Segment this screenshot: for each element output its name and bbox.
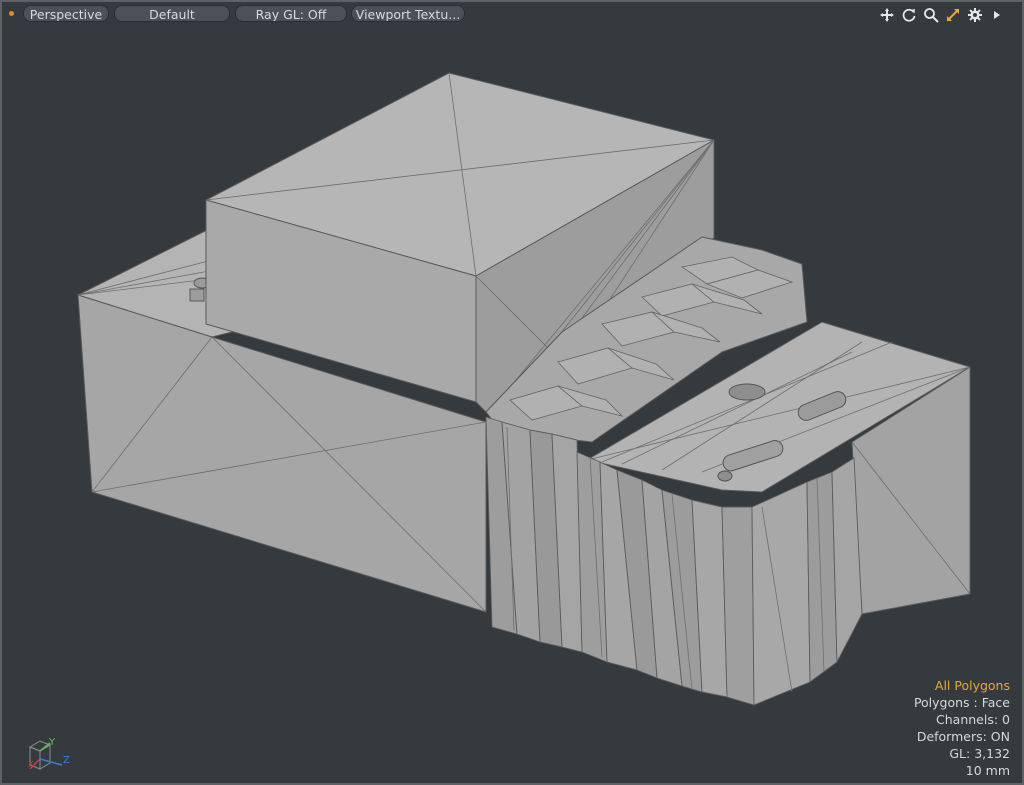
viewport-tools (878, 6, 1006, 24)
viewport-textures-dropdown[interactable]: Viewport Textu... (351, 5, 465, 22)
selection-mode-label: All Polygons (934, 678, 1010, 693)
mesh-model[interactable]: .e { fill:none; stroke:#6e6e6e; stroke-w… (2, 2, 1022, 783)
ray-gl-toggle[interactable]: Ray GL: Off (235, 5, 347, 22)
viewport-options-dot[interactable] (9, 11, 14, 16)
channels-info: Channels: 0 (936, 712, 1010, 727)
viewport-settings-icon[interactable] (966, 6, 984, 24)
rotate-view-icon[interactable] (900, 6, 918, 24)
mesh-cylinder-side (189, 288, 205, 302)
expand-menu-icon[interactable] (988, 6, 1006, 24)
move-view-icon[interactable] (878, 6, 896, 24)
mesh-pill-end (717, 470, 733, 482)
viewport-info-overlay: All Polygons Polygons : Face Channels: 0… (914, 677, 1010, 779)
viewport-toolbar: Perspective Default Ray GL: Off Viewport… (2, 2, 1022, 26)
gl-count-info: GL: 3,132 (949, 746, 1010, 761)
axis-label-y: Y (48, 737, 56, 748)
zoom-view-icon[interactable] (922, 6, 940, 24)
view-mode-dropdown[interactable]: Perspective (23, 5, 109, 22)
3d-viewport[interactable]: .e { fill:none; stroke:#6e6e6e; stroke-w… (0, 0, 1024, 785)
polygons-info: Polygons : Face (913, 695, 1010, 710)
axis-gizmo: Y Z X (28, 737, 70, 770)
axis-label-x: X (28, 760, 34, 769)
shading-dropdown[interactable]: Default (114, 5, 230, 22)
axis-label-z: Z (63, 755, 70, 766)
deformers-info: Deformers: ON (916, 729, 1010, 744)
maximize-viewport-icon[interactable] (944, 6, 962, 24)
mesh-pill-slot (728, 383, 766, 401)
grid-size-info: 10 mm (965, 763, 1010, 778)
